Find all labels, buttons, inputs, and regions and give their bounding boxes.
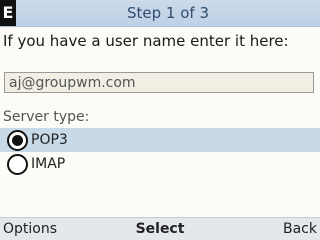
title-bar: E Step 1 of 3 [0,0,320,27]
page-title: Step 1 of 3 [126,4,209,22]
radio-selected-icon [7,130,28,151]
option-label: POP3 [31,132,68,148]
select-softkey[interactable]: Select [130,218,190,240]
option-pop3[interactable]: POP3 [0,128,320,152]
app-badge-icon: E [0,0,16,26]
username-input[interactable]: aj@groupwm.com [4,72,314,93]
back-softkey[interactable]: Back [283,218,317,240]
softkey-bar: Options Select Back [0,217,320,240]
option-imap[interactable]: IMAP [0,152,320,176]
option-label: IMAP [31,156,66,172]
username-prompt: If you have a user name enter it here: [3,32,289,50]
server-type-label: Server type: [3,109,90,125]
radio-unselected-icon [7,154,28,175]
options-softkey[interactable]: Options [3,218,57,240]
